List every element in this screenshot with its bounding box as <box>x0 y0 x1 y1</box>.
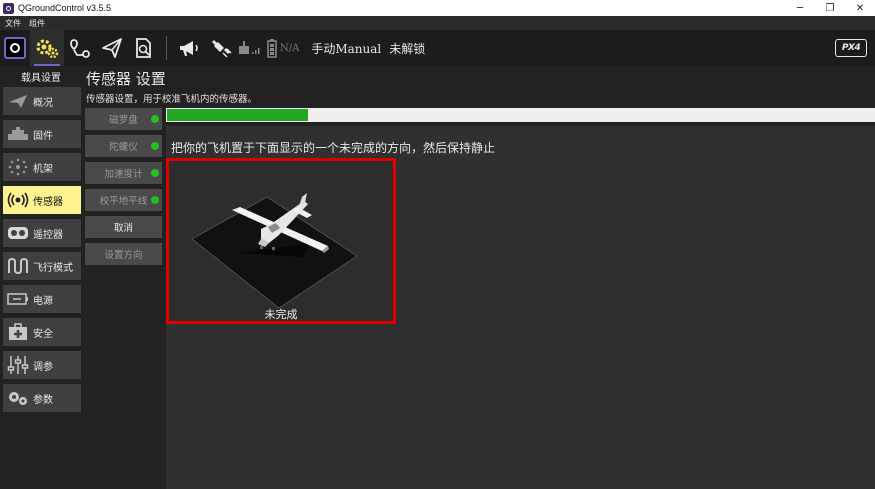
battery-indicator[interactable]: N/A <box>267 30 307 66</box>
menu-bar: 文件 组件 <box>0 16 875 30</box>
main-toolbar: N/A 手动Manual 未解锁 <box>0 30 875 66</box>
sidebar-item-label: 安全 <box>33 328 53 340</box>
page-title: 传感器 设置 <box>86 70 166 88</box>
sidebar-item-label: 遥控器 <box>33 229 63 241</box>
qgc-home-button[interactable] <box>0 30 30 66</box>
sidebar-item-power[interactable]: 电源 <box>3 285 81 313</box>
firmware-icon <box>7 125 29 143</box>
flight-mode-selector[interactable]: 手动Manual <box>311 40 381 57</box>
maximize-button[interactable]: ❐ <box>815 0 845 16</box>
sensors-icon <box>7 191 29 209</box>
sidebar-item-label: 调参 <box>33 361 53 373</box>
gps-count-text: N/A <box>280 42 300 54</box>
level-horizon-button-label: 校平地平线 <box>99 196 148 207</box>
satellite-icon <box>211 39 232 58</box>
menu-widgets[interactable]: 组件 <box>29 18 45 29</box>
document-search-icon <box>136 38 151 58</box>
sidebar-heading: 载具设置 <box>21 73 61 84</box>
level-horizon-status-dot <box>151 196 159 204</box>
megaphone-icon <box>180 41 198 56</box>
paper-plane-icon <box>102 38 122 58</box>
rc-rssi-indicator[interactable] <box>237 30 263 66</box>
accelerometer-button-label: 加速度计 <box>104 169 143 180</box>
gears-icon <box>36 39 59 59</box>
analyze-view-button[interactable] <box>128 30 160 66</box>
cancel-button-label: 取消 <box>113 223 133 234</box>
sidebar-item-airframe[interactable]: 机架 <box>3 153 81 181</box>
sidebar-item-label: 参数 <box>33 394 53 406</box>
parameters-icon <box>7 389 29 407</box>
sidebar-item-label: 传感器 <box>33 196 63 208</box>
cancel-button[interactable]: 取消 <box>85 216 162 238</box>
safety-icon <box>7 323 29 341</box>
menu-file[interactable]: 文件 <box>5 18 21 29</box>
orientation-tile: 未完成 <box>166 158 396 324</box>
sidebar-item-summary[interactable]: 概况 <box>3 87 81 115</box>
sidebar-item-label: 电源 <box>33 295 53 307</box>
flight-modes-icon <box>7 257 29 275</box>
route-icon <box>70 39 90 58</box>
fly-view-button[interactable] <box>96 30 128 66</box>
page-subtitle: 传感器设置，用于校准飞机内的传感器。 <box>86 94 258 105</box>
arm-status-text[interactable]: 未解锁 <box>389 40 425 57</box>
battery-icon <box>267 39 277 58</box>
sidebar-item-radio[interactable]: 遥控器 <box>3 219 81 247</box>
sidebar-item-label: 飞行模式 <box>33 262 73 274</box>
close-button[interactable]: ✕ <box>845 0 875 16</box>
gps-status-button[interactable] <box>205 30 237 66</box>
rc-signal-icon <box>239 41 260 54</box>
sidebar-item-parameters[interactable]: 参数 <box>3 384 81 412</box>
sidebar-item-label: 机架 <box>33 163 53 175</box>
window-title: QGroundControl v3.5.5 <box>18 3 112 13</box>
toolbar-divider <box>166 36 167 60</box>
px4-logo-text: PX4 <box>841 43 861 53</box>
airframe-icon <box>7 158 29 176</box>
airplane-orientation-image <box>191 193 358 309</box>
sidebar-item-label: 概况 <box>33 97 53 109</box>
compass-button[interactable]: 磁罗盘 <box>85 108 162 130</box>
sidebar-item-sensors[interactable]: 传感器 <box>3 186 81 214</box>
compass-status-dot <box>151 115 159 123</box>
gyroscope-status-dot <box>151 142 159 150</box>
plan-view-button[interactable] <box>64 30 96 66</box>
window-controls: ─ ❐ ✕ <box>785 0 875 16</box>
sidebar-item-safety[interactable]: 安全 <box>3 318 81 346</box>
title-bar: QGroundControl v3.5.5 ─ ❐ ✕ <box>0 0 875 16</box>
battery-icon <box>7 290 29 308</box>
vehicle-setup-sidebar: 载具设置 概况 固件 机架 传感器 遥控器 飞行模式 电源 安全 调参 参数 <box>0 66 82 489</box>
sidebar-item-firmware[interactable]: 固件 <box>3 120 81 148</box>
qgc-app-icon <box>3 2 14 14</box>
sidebar-item-flight-modes[interactable]: 飞行模式 <box>3 252 81 280</box>
radio-icon <box>7 224 29 242</box>
gyroscope-button-label: 陀螺仪 <box>109 142 138 153</box>
accelerometer-status-dot <box>151 169 159 177</box>
calibration-progress-bar <box>166 108 875 122</box>
level-horizon-button[interactable]: 校平地平线 <box>85 189 162 211</box>
sidebar-item-label: 固件 <box>33 130 53 142</box>
tuning-icon <box>7 356 29 374</box>
accelerometer-button[interactable]: 加速度计 <box>85 162 162 184</box>
set-orientations-button-label: 设置方向 <box>104 250 143 261</box>
paper-plane-icon <box>7 92 29 110</box>
compass-button-label: 磁罗盘 <box>109 115 138 126</box>
orientation-status-label: 未完成 <box>264 308 298 321</box>
vehicle-setup-button[interactable] <box>30 30 64 66</box>
sidebar-item-tuning[interactable]: 调参 <box>3 351 81 379</box>
gyroscope-button[interactable]: 陀螺仪 <box>85 135 162 157</box>
calibration-instruction: 把你的飞机置于下面显示的一个未完成的方向，然后保持静止 <box>171 141 496 155</box>
messages-button[interactable] <box>173 30 205 66</box>
calibration-progress-fill <box>167 109 308 121</box>
set-orientations-button[interactable]: 设置方向 <box>85 243 162 265</box>
px4-logo: PX4 <box>835 39 867 57</box>
minimize-button[interactable]: ─ <box>785 0 815 16</box>
qgc-window: QGroundControl v3.5.5 ─ ❐ ✕ 文件 组件 N/A 手动… <box>0 0 875 489</box>
